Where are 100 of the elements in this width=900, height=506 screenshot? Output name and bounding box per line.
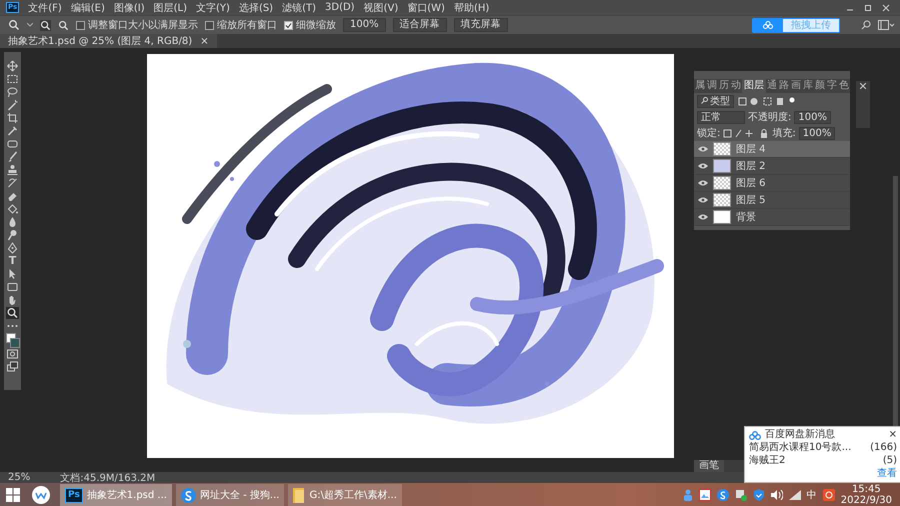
workspace-icon[interactable] — [878, 20, 894, 30]
windows-start-icon[interactable] — [6, 488, 20, 502]
layer-row[interactable]: 图层 2 — [694, 158, 850, 175]
color-swatches[interactable] — [6, 333, 19, 347]
visibility-eye-icon[interactable] — [698, 146, 708, 152]
checkbox[interactable] — [205, 20, 214, 30]
close-icon[interactable] — [860, 83, 866, 89]
frame-tool-icon[interactable] — [6, 138, 19, 150]
panel-tab[interactable]: 库 — [802, 79, 814, 93]
checkbox[interactable] — [76, 20, 85, 30]
pen-tool-icon[interactable] — [6, 242, 19, 254]
visibility-eye-icon[interactable] — [698, 163, 708, 169]
eyedropper-tool-icon[interactable] — [6, 125, 19, 137]
filter-icons[interactable] — [737, 96, 797, 106]
lock-icons[interactable] — [723, 128, 770, 138]
panel-tab[interactable]: 属 — [694, 79, 706, 93]
panel-tab[interactable]: 历 — [718, 79, 730, 93]
layer-row[interactable]: 图层 4 — [694, 141, 850, 158]
panel-tab[interactable]: 字 — [826, 79, 838, 93]
notification-item[interactable]: 海贼王2 — [749, 455, 786, 467]
zoom-in-icon[interactable] — [40, 20, 51, 30]
menu-item[interactable]: 窗口(W) — [407, 0, 445, 14]
menu-item[interactable]: 选择(S) — [238, 0, 274, 14]
fill-field[interactable]: 100% — [798, 126, 836, 140]
stamp-tool-icon[interactable] — [6, 164, 19, 176]
menu-item[interactable]: 文件(F) — [28, 0, 62, 14]
marquee-tool-icon[interactable] — [6, 73, 19, 85]
browser-circle-icon — [180, 488, 196, 502]
blend-mode-dropdown[interactable]: 正常 — [697, 110, 745, 124]
option-button[interactable]: 适合屏幕 — [392, 18, 447, 32]
zoom-icon[interactable] — [8, 19, 20, 31]
visibility-eye-icon[interactable] — [698, 214, 708, 220]
layer-row[interactable]: 背景 — [694, 209, 850, 226]
layer-row[interactable]: 图层 6 — [694, 175, 850, 192]
menu-item[interactable]: 帮助(H) — [454, 0, 490, 14]
menu-item[interactable]: 3D(D) — [325, 2, 355, 13]
view-link[interactable]: 查看 — [877, 468, 897, 480]
notification-item[interactable]: 简易西水课程10号款... — [749, 442, 852, 454]
layer-row[interactable]: 图层 5 — [694, 192, 850, 209]
system-clock[interactable]: 15:45 2022/9/30 — [840, 484, 892, 506]
search-icon[interactable] — [861, 20, 871, 30]
zoom-tool-icon[interactable] — [6, 307, 19, 319]
taskbar-app[interactable]: 网址大全 - 搜狗... — [176, 484, 284, 506]
zoom-percent-field[interactable]: 100% — [343, 18, 386, 32]
panel-tab[interactable]: 通 — [766, 79, 778, 93]
input-method-indicator[interactable]: 中 — [806, 488, 817, 502]
move-tool-icon[interactable] — [6, 60, 19, 72]
app-logo: Ps — [65, 488, 83, 502]
app-circle-icon[interactable] — [32, 486, 50, 504]
menu-item[interactable]: 图像(I) — [114, 0, 145, 14]
taskbar-app[interactable]: G:\超秀工作\素材... — [288, 484, 402, 506]
app-tray-icon[interactable] — [822, 489, 835, 501]
eraser-tool-icon[interactable] — [6, 190, 19, 202]
panel-tab[interactable]: 路 — [778, 79, 790, 93]
panel-tab[interactable]: 调 — [706, 79, 718, 93]
mask-tool-icon[interactable] — [6, 348, 19, 360]
visibility-eye-icon[interactable] — [698, 197, 708, 203]
maximize-icon[interactable] — [864, 4, 872, 12]
panel-tab[interactable]: 画 — [790, 79, 802, 93]
browser-circle-icon[interactable] — [716, 489, 729, 501]
filter-dropdown[interactable]: 类型 — [697, 94, 734, 108]
network-icon[interactable] — [734, 489, 747, 501]
fill-label: 填充: — [772, 126, 796, 140]
bucket-tool-icon[interactable] — [6, 203, 19, 215]
signal-bars-icon[interactable] — [788, 490, 801, 500]
checkbox[interactable] — [284, 20, 293, 30]
crop-tool-icon[interactable] — [6, 112, 19, 124]
menu-item[interactable]: 编辑(E) — [70, 0, 105, 14]
type-tool[interactable]: T — [6, 255, 19, 267]
cloud-icon — [763, 21, 773, 29]
dodge-tool-icon[interactable] — [6, 229, 19, 241]
panel-tab[interactable]: 动 — [730, 79, 742, 93]
shield-icon[interactable] — [752, 489, 765, 501]
image-icon[interactable] — [698, 489, 711, 501]
panel-tab[interactable]: 颜 — [814, 79, 826, 93]
brush-tool-icon[interactable] — [6, 151, 19, 163]
menu-item[interactable]: 文字(Y) — [196, 0, 230, 14]
dropdown-caret-icon[interactable] — [27, 23, 33, 27]
taskbar-app[interactable]: Ps 抽象艺术1.psd ... — [60, 484, 172, 506]
speaker-icon[interactable] — [770, 490, 783, 500]
visibility-eye-icon[interactable] — [698, 180, 708, 186]
option-button[interactable]: 填充屏幕 — [454, 18, 508, 32]
close-tab-icon[interactable]: × — [200, 36, 209, 46]
menu-item[interactable]: 图层(L) — [154, 0, 188, 14]
menu-item[interactable]: 滤镜(T) — [282, 0, 316, 14]
panel-tab[interactable]: 图层 — [742, 79, 766, 93]
lasso-tool-icon[interactable] — [6, 86, 19, 98]
document-tab[interactable]: 抽象艺术1.psd @ 25% (图层 4, RGB/8) × — [0, 34, 217, 48]
zoom-out-icon[interactable] — [58, 20, 69, 30]
rect-tool-icon[interactable] — [6, 281, 19, 293]
close-icon[interactable] — [882, 4, 890, 12]
layer-thumbnail — [713, 210, 731, 224]
panel-tab[interactable]: 画笔 — [694, 460, 724, 472]
opacity-field[interactable]: 100% — [794, 110, 831, 124]
menu-item[interactable]: 视图(V) — [364, 0, 398, 14]
panel-tab[interactable]: 色 — [838, 79, 850, 93]
history-tool-icon[interactable] — [6, 177, 19, 189]
close-icon[interactable]: × — [888, 429, 897, 441]
screen-tool-icon[interactable] — [6, 361, 19, 373]
wand-tool-icon[interactable] — [6, 99, 19, 111]
